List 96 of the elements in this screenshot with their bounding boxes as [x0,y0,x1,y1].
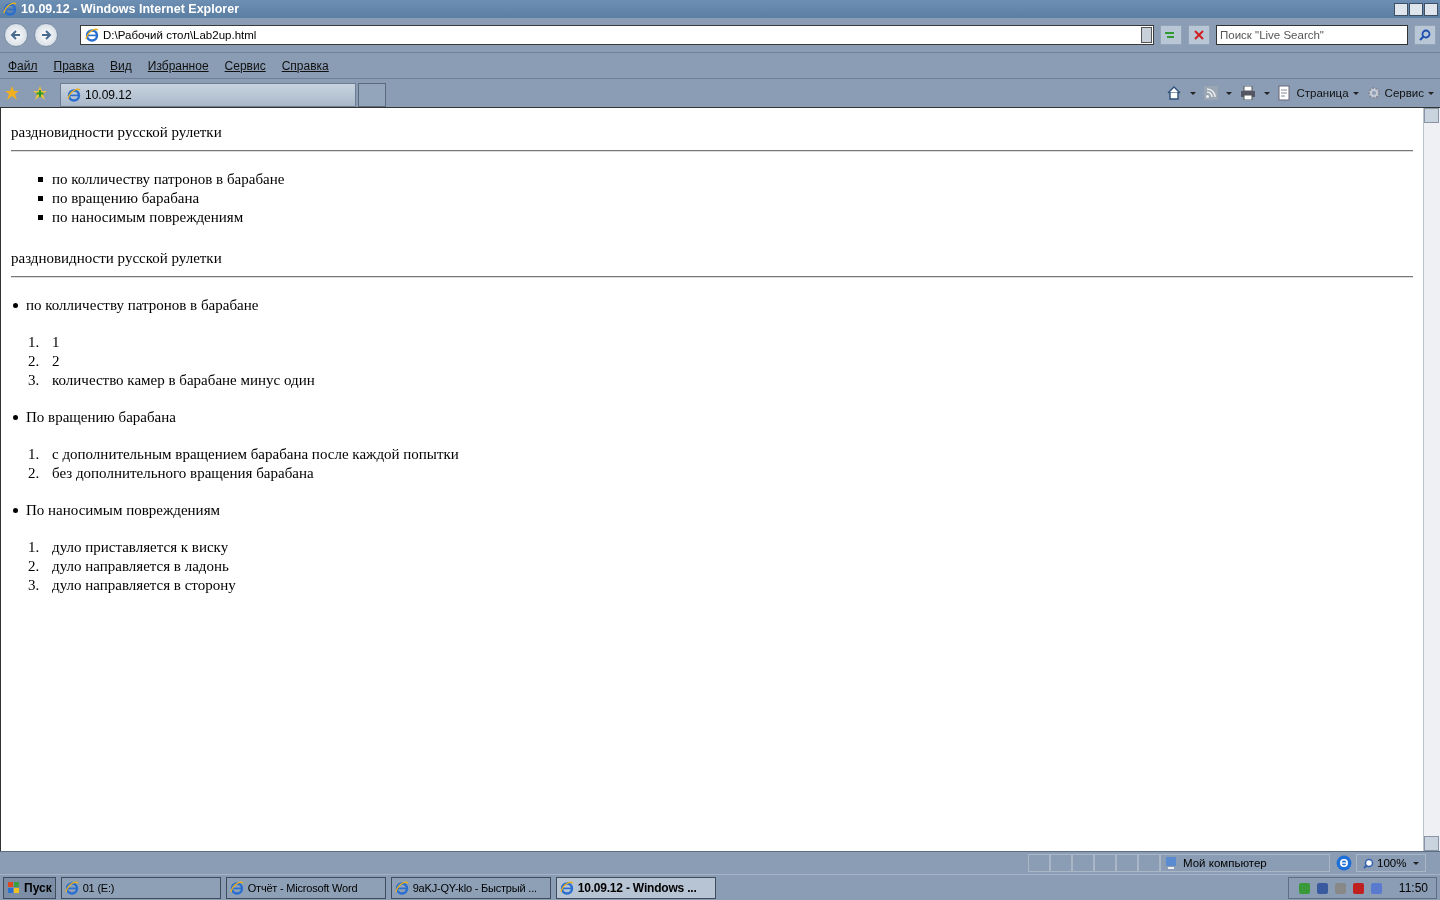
address-field[interactable]: D:\Рабочий стол\Lab2up.html [80,25,1154,45]
taskbar-button[interactable]: 9aKJ-QY-klo - Быстрый ... [390,877,551,899]
computer-icon [1165,856,1177,870]
menu-item[interactable]: Избранное [147,58,209,73]
status-panel [1028,854,1050,872]
new-tab-button[interactable] [358,83,386,107]
minimize-button[interactable] [1394,2,1408,16]
page-heading: раздновидности русской рулетки [11,123,223,142]
bullet-icon [38,215,43,220]
dropdown-button[interactable] [1141,27,1152,43]
list-item: по колличеству патронов в барабане [52,170,285,189]
list-item: дуло направляется в ладонь [52,557,229,576]
tray-icon[interactable] [1314,880,1330,896]
taskbar-button[interactable]: Отчёт - Microsoft Word [225,877,386,899]
page-icon [1278,85,1293,101]
bullet-icon [38,177,43,182]
zone-panel: Мой компьютер [1160,854,1330,872]
search-field[interactable]: Поиск "Live Search" [1216,25,1408,45]
app-icon [394,881,409,895]
scroll-down-button[interactable] [1424,836,1439,851]
printer-icon[interactable] [1240,86,1257,100]
taskbar-button[interactable]: 10.09.12 - Windows ... [555,877,716,899]
list-number: 2. [28,464,41,483]
list-number: 3. [28,576,41,595]
menu-item[interactable]: Правка [53,58,95,73]
list-number: 2. [28,352,41,371]
clock: 11:50 [1398,881,1428,895]
home-icon[interactable] [1166,85,1183,101]
list-number: 2. [28,557,41,576]
list-item: По вращению барабана [26,408,176,427]
status-panel [1072,854,1094,872]
status-panel [1138,854,1160,872]
list-number: 1. [28,333,41,352]
bullet-icon [13,508,18,513]
taskbar-button[interactable]: 01 (E:) [60,877,221,899]
list-item: По наносимым повреждениям [26,501,221,520]
list-item: дуло направляется в сторону [52,576,236,595]
list-item: количество камер в барабане минус один [52,371,315,390]
tray-icon[interactable] [1350,880,1366,896]
zoom-button[interactable]: 100% [1356,854,1426,872]
page-icon [85,28,99,42]
gear-icon [1366,86,1381,100]
maximize-button[interactable] [1409,2,1423,16]
list-item: по вращению барабана [52,189,200,208]
list-item: без дополнительного вращения барабана [52,464,314,483]
command-button[interactable]: Страница [1278,85,1359,101]
scrollbar[interactable] [1423,108,1440,851]
status-panel [1116,854,1138,872]
menu-item[interactable]: Справка [281,58,329,73]
list-item: дуло приставляется к виску [52,538,229,557]
stop-button[interactable] [1188,25,1210,45]
command-button[interactable]: Сервис [1366,86,1434,100]
menu-item[interactable]: Файл [8,58,38,73]
menu-item[interactable]: Вид [110,58,132,73]
status-panel [1050,854,1072,872]
caret-icon[interactable] [1190,91,1197,95]
search-button[interactable] [1414,25,1436,45]
scroll-up-button[interactable] [1424,108,1439,123]
windows-logo-icon [7,881,21,895]
tab-icon [67,88,81,102]
add-favorite-icon[interactable] [32,85,48,101]
back-button[interactable] [4,23,28,47]
menu-item[interactable]: Сервис [224,58,266,73]
page-heading: раздновидности русской рулетки [11,249,223,268]
list-item: 1 [52,333,60,352]
list-item: 2 [52,352,60,371]
list-item: по колличеству патронов в барабане [26,296,259,315]
forward-arrow-icon [40,29,52,41]
close-button[interactable] [1424,2,1438,16]
list-number: 1. [28,445,41,464]
caret-icon[interactable] [1264,91,1271,95]
feed-icon[interactable] [1204,86,1219,100]
status-panel [1094,854,1116,872]
refresh-button[interactable] [1160,25,1182,45]
forward-button[interactable] [34,23,58,47]
window-title: 10.09.12 - Windows Internet Explorer [21,2,239,16]
favorites-star-icon[interactable] [4,85,20,101]
bullet-icon [38,196,43,201]
start-button[interactable]: Пуск [3,877,56,899]
bullet-icon [13,303,18,308]
window-icon [3,2,17,16]
bullet-icon [13,415,18,420]
list-number: 3. [28,371,41,390]
list-number: 1. [28,538,41,557]
list-item: с дополнительным вращением барабана после каждой попытки [52,445,459,464]
app-icon [64,881,79,895]
list-item: по наносимым повреждениям [52,208,244,227]
search-icon [1419,29,1431,41]
browser-tab[interactable]: 10.09.12 [60,83,356,107]
zoom-icon [1363,857,1374,869]
caret-icon[interactable] [1226,91,1233,95]
close-icon [1194,30,1204,40]
back-arrow-icon [10,29,22,41]
app-icon [229,881,244,895]
app-icon [559,881,574,895]
ie-mode-icon[interactable] [1336,855,1352,871]
